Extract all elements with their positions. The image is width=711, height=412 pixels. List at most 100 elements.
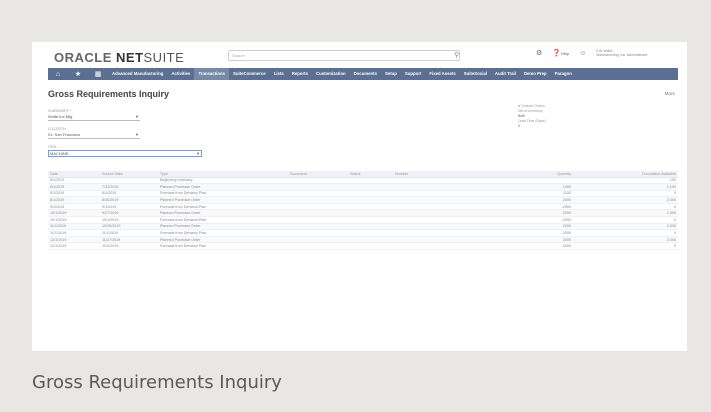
org-icon[interactable]: ▦ [88,70,108,78]
top-bar: ORACLE NETSUITE Search ⚲ ⚙ ❓Help ☺ Eric … [32,42,687,68]
home-icon[interactable]: ⌂ [48,71,68,78]
table-cell [348,203,393,211]
search-icon[interactable]: ⚲ [454,51,459,59]
help-label: Help [561,51,570,56]
logo-net: NET [116,50,144,65]
table-cell: 1,100 [573,183,678,191]
table-row[interactable]: 8/1/2019 Beginning Inventory 100 [48,177,678,185]
table-cell: 11/1/2019 [48,223,100,231]
table-cell [393,216,483,224]
table-cell: 2,000 [573,236,678,244]
table-cell: Forecast from Demand Plan [158,190,288,198]
table-cell [348,190,393,198]
table-cell: 11/27/2019 [100,236,158,244]
location-value: 01: San Francisco [48,132,81,137]
table-cell [288,196,348,204]
table-row[interactable]: 12/1/2019 11/27/2019 Planned Purchase Orde… [48,236,678,244]
more-link[interactable]: More [665,91,675,96]
subsidiary-select[interactable]: Wolfe Inc Mfg ▼ [48,114,140,121]
nav-item-advanced-manufacturing[interactable]: Advanced Manufacturing [108,68,167,80]
table-cell: 8/1/2019 [48,196,100,204]
item-label: Item [48,145,57,149]
item-select[interactable]: MACHINE ▼ [48,150,202,157]
table-cell: 9/1/2019 [48,203,100,211]
user-avatar-icon[interactable]: ☺ [579,50,586,57]
table-cell [348,177,393,185]
nav-item-lists[interactable]: Lists [270,68,288,80]
table-row[interactable]: 9/1/2019 9/1/2019 Forecast from Demand Pla… [48,203,678,211]
table-cell: -2000 [483,216,573,224]
nav-item-demo-prep[interactable]: Demo Prep [520,68,551,80]
subsidiary-label: Subsidiary * [48,109,72,113]
global-search-input[interactable]: Search [228,50,460,61]
table-row[interactable]: 8/1/2019 8/1/2019 Forecast from Demand Pla… [48,190,678,198]
page-title: Gross Requirements Inquiry [48,89,170,99]
table-cell [393,196,483,204]
table-cell [393,242,483,251]
table-cell: Beginning Inventory [158,177,288,185]
table-cell [348,216,393,224]
nav-item-fixed-assets[interactable]: Fixed Assets [425,68,459,80]
user-menu[interactable]: Eric Wallin Manufacturing, Inc. Administ… [596,49,647,57]
lead-time-label: Lead Time (Days) [518,119,546,123]
user-role: Manufacturing, Inc. Administrator [596,53,648,57]
location-select[interactable]: 01: San Francisco ▼ [48,132,140,139]
table-row[interactable]: 8/1/2019 7/31/2019 Planned Purchase Order 1… [48,183,678,191]
table-cell [393,203,483,211]
table-cell [288,209,348,218]
table-cell: 1000 [483,183,573,191]
table-cell [348,183,393,191]
subsidiary-value: Wolfe Inc Mfg [48,114,73,119]
nav-item-support[interactable]: Support [401,68,425,80]
table-row[interactable]: 10/1/2019 9/27/2019 Planned Purchase Order… [48,209,678,218]
options-column: ✔ Include Orders Net of Inventory Both L… [518,104,546,129]
checkmark-icon: ✔ [518,104,521,108]
table-cell: 2000 [483,223,573,231]
table-cell: Forecast from Demand Plan [158,242,288,251]
table-cell: 2,000 [573,196,678,204]
table-row[interactable]: 11/1/2019 11/1/2019 Forecast from Demand P… [48,229,678,237]
nav-item-reports[interactable]: Reports [288,68,312,80]
table-cell: 2000 [483,236,573,244]
table-cell [393,177,483,185]
table-cell: 10/30/2019 [100,223,158,231]
table-cell: Planned Purchase Order [158,209,288,218]
table-cell: Planned Purchase Order [158,223,288,231]
table-row[interactable]: 8/1/2019 8/30/2019 Planned Purchase Order 2… [48,196,678,204]
oracle-netsuite-logo[interactable]: ORACLE NETSUITE [54,50,184,65]
table-cell [348,196,393,204]
nav-item-suitesocial[interactable]: SuiteSocial [460,68,491,80]
nav-item-paragon[interactable]: Paragon [551,68,576,80]
table-cell: 0 [573,203,678,211]
nav-item-documents[interactable]: Documents [350,68,381,80]
main-nav-bar: ⌂ ★ ▦ Advanced Manufacturing Activities … [48,68,678,80]
recent-records-icon[interactable]: ⚙ [536,49,542,57]
nav-item-transactions[interactable]: Transactions [194,68,229,80]
nav-item-audit-trail[interactable]: Audit Trail [491,68,520,80]
table-cell: 12/1/2019 [100,242,158,251]
nav-item-customization[interactable]: Customization [312,68,350,80]
help-icon[interactable]: ❓Help [552,49,569,57]
item-value: MACHINE [50,151,69,156]
table-row[interactable]: 12/1/2019 12/1/2019 Forecast from Demand P… [48,242,678,251]
star-icon[interactable]: ★ [68,70,88,78]
table-cell: -2000 [483,229,573,237]
table-row[interactable]: 11/1/2019 10/30/2019 Planned Purchase Orde… [48,223,678,231]
table-cell: 0 [573,242,678,251]
table-cell [288,190,348,198]
table-cell: -1100 [483,190,573,198]
nav-item-suitecommerce[interactable]: SuiteCommerce [229,68,270,80]
table-cell: 2,000 [573,223,678,231]
table-cell: Forecast from Demand Plan [158,229,288,237]
table-row[interactable]: 10/1/2019 10/1/2019 Forecast from Demand P… [48,216,678,224]
top-bar-icons: ⚙ ❓Help ☺ Eric Wallin Manufacturing, Inc… [536,49,648,57]
table-cell [348,229,393,237]
table-cell: 8/1/2019 [48,177,100,185]
nav-item-setup[interactable]: Setup [381,68,401,80]
table-cell [288,177,348,185]
nav-item-activities[interactable]: Activities [167,68,194,80]
table-cell: 11/1/2019 [100,229,158,237]
table-cell [393,209,483,218]
table-cell [348,236,393,244]
table-cell [100,177,158,185]
